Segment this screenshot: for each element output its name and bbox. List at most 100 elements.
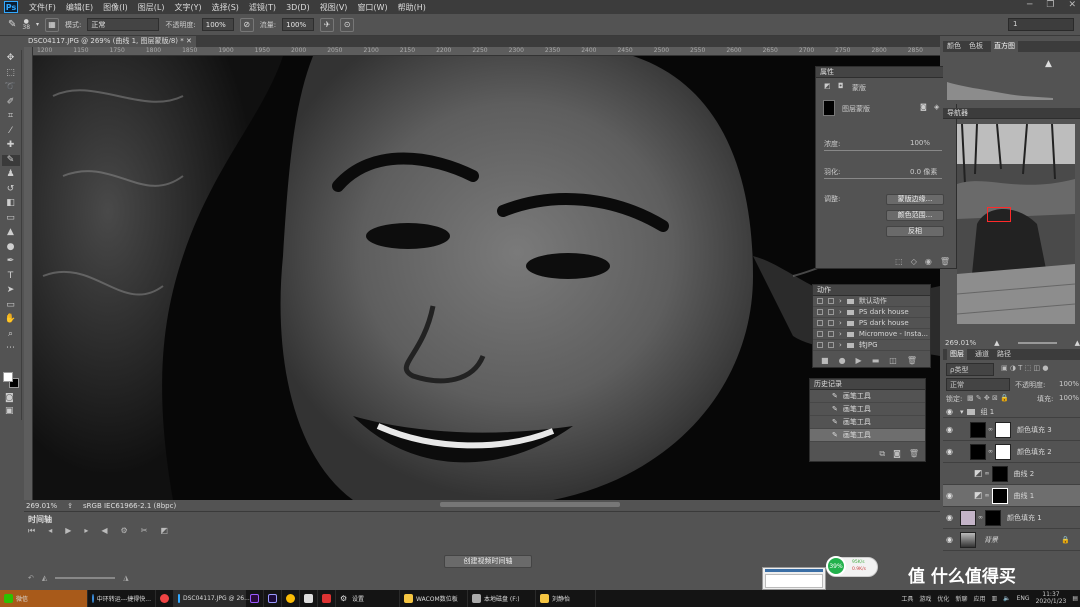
- menu-edit[interactable]: 编辑(E): [61, 2, 98, 13]
- feather-slider[interactable]: [824, 178, 942, 179]
- pressure-opacity-icon[interactable]: ⊘: [239, 17, 254, 32]
- layer-row[interactable]: ◉ ∞ 颜色填充 3: [943, 419, 1080, 441]
- crop-tool-icon[interactable]: ⌗: [2, 111, 20, 123]
- eraser-tool-icon[interactable]: ◧: [2, 198, 20, 210]
- brush-panel-icon[interactable]: ▦: [45, 17, 60, 32]
- visibility-eye-icon[interactable]: ◉: [943, 447, 956, 456]
- screen-mode-icon[interactable]: ▣: [5, 406, 14, 416]
- minimize-icon[interactable]: ─: [1027, 0, 1032, 10]
- zoom-tool-icon[interactable]: ⌕: [2, 329, 20, 341]
- layer-name[interactable]: 背景: [984, 535, 998, 545]
- audio-icon[interactable]: ◀: [101, 526, 107, 536]
- type-tool-icon[interactable]: T: [2, 271, 20, 283]
- navigator-preview[interactable]: [956, 123, 1076, 324]
- check-icon[interactable]: [817, 342, 823, 348]
- density-slider[interactable]: [824, 150, 942, 151]
- mode-select[interactable]: 正常: [87, 18, 160, 31]
- opacity-input[interactable]: 100%: [201, 18, 234, 31]
- task-wechat[interactable]: 微信: [0, 590, 88, 607]
- check-icon[interactable]: [817, 298, 823, 304]
- history-item[interactable]: ✎ 画笔工具: [810, 390, 925, 403]
- lock-icons[interactable]: ▩ ✎ ✥ ⊠ 🔒: [967, 394, 1009, 402]
- shape-tool-icon[interactable]: ▭: [2, 300, 20, 312]
- marquee-tool-icon[interactable]: ⬚: [2, 68, 20, 80]
- visibility-eye-icon[interactable]: ◉: [943, 513, 956, 522]
- visibility-eye-icon[interactable]: ◉: [943, 425, 956, 434]
- hand-tool-icon[interactable]: ✋: [2, 314, 20, 326]
- tray-apps[interactable]: 应用: [973, 594, 985, 603]
- network-icon[interactable]: ▥: [991, 595, 997, 602]
- visibility-eye-icon[interactable]: ◉: [943, 535, 956, 544]
- layer-row[interactable]: ◉ ∞ 颜色填充 1: [943, 507, 1080, 529]
- layer-opacity-value[interactable]: 100%: [1059, 380, 1079, 388]
- path-select-tool-icon[interactable]: ➤: [2, 285, 20, 297]
- brush-preset-picker[interactable]: ● 38: [22, 18, 30, 31]
- lasso-tool-icon[interactable]: ➰: [2, 82, 20, 94]
- check-icon[interactable]: [817, 309, 823, 315]
- snapshot-icon[interactable]: ◙: [893, 449, 901, 459]
- language-indicator[interactable]: ENG: [1017, 595, 1030, 602]
- tab-channels[interactable]: 通道: [975, 349, 989, 360]
- quick-mask-icon[interactable]: ◙: [5, 393, 14, 403]
- settings-icon[interactable]: ⚙: [121, 526, 128, 536]
- move-tool-icon[interactable]: ✥: [2, 53, 20, 65]
- task-chrome[interactable]: [156, 590, 174, 607]
- menu-image[interactable]: 图像(I): [98, 2, 133, 13]
- zoom-readout[interactable]: 269.01%: [26, 502, 57, 510]
- history-brush-icon[interactable]: ↺: [2, 184, 20, 196]
- chevron-right-icon[interactable]: ›: [839, 297, 842, 305]
- feather-value[interactable]: 0.0 像素: [910, 167, 937, 177]
- menu-file[interactable]: 文件(F): [24, 2, 61, 13]
- density-value[interactable]: 100%: [910, 139, 930, 147]
- restore-icon[interactable]: ❐: [1046, 0, 1054, 10]
- action-set[interactable]: › 默认动作: [813, 296, 930, 307]
- dodge-tool-icon[interactable]: ●: [2, 242, 20, 254]
- zoom-in-icon[interactable]: ◮: [123, 574, 128, 582]
- menu-layer[interactable]: 图层(L): [133, 2, 170, 13]
- mask-edge-button[interactable]: 蒙版边缘...: [886, 194, 944, 205]
- vector-mask-icon[interactable]: ◈: [934, 103, 939, 111]
- flow-input[interactable]: 100%: [282, 18, 315, 31]
- layer-name[interactable]: 颜色填充 2: [1017, 447, 1052, 457]
- clock[interactable]: 11:37 2020/1/23: [1036, 591, 1067, 605]
- create-video-timeline-button[interactable]: 创建视频时间轴: [444, 555, 532, 568]
- record-icon[interactable]: ●: [839, 356, 846, 365]
- floating-window[interactable]: [762, 567, 826, 590]
- first-frame-icon[interactable]: ⏮: [28, 526, 35, 536]
- layer-row-selected[interactable]: ◉ ◩ ∞ 曲线 1: [943, 485, 1080, 507]
- transition-icon[interactable]: ◩: [160, 526, 168, 536]
- visibility-eye-icon[interactable]: ◉: [943, 491, 956, 500]
- load-selection-icon[interactable]: ⬚: [895, 257, 903, 266]
- adjustment-icon[interactable]: ◩: [824, 82, 831, 90]
- stop-icon[interactable]: ■: [821, 356, 829, 365]
- task-disk[interactable]: 本地磁盘 (F:): [468, 590, 536, 607]
- history-item-current[interactable]: ✎ 画笔工具: [810, 429, 925, 442]
- split-icon[interactable]: ✂: [141, 526, 148, 536]
- task-aftereffects[interactable]: [264, 590, 282, 607]
- task-app[interactable]: [318, 590, 336, 607]
- volume-icon[interactable]: 🔈: [1003, 595, 1010, 602]
- task-premiere[interactable]: [246, 590, 264, 607]
- zoom-out-icon[interactable]: ▲: [994, 339, 999, 347]
- tray-tools[interactable]: 工具: [901, 594, 913, 603]
- blur-tool-icon[interactable]: ▲: [2, 227, 20, 239]
- layer-name[interactable]: 曲线 2: [1014, 469, 1035, 479]
- menu-filter[interactable]: 滤镜(T): [244, 2, 281, 13]
- tray-optimize[interactable]: 优化: [937, 594, 949, 603]
- layer-name[interactable]: 颜色填充 3: [1017, 425, 1052, 435]
- menu-help[interactable]: 帮助(H): [393, 2, 431, 13]
- zoom-out-icon[interactable]: ◭: [42, 574, 47, 582]
- task-folder[interactable]: 刘静怡: [536, 590, 596, 607]
- horizontal-scrollbar[interactable]: [440, 502, 620, 507]
- layer-group-row[interactable]: ◉ ▾ 组 1: [943, 406, 1080, 418]
- select-mask-icon[interactable]: ◙: [920, 103, 927, 111]
- timeline-zoom-slider[interactable]: [55, 577, 116, 579]
- stamp-tool-icon[interactable]: ♟: [2, 169, 20, 181]
- next-frame-icon[interactable]: ▸: [84, 526, 88, 536]
- task-store[interactable]: [300, 590, 318, 607]
- new-document-icon[interactable]: ⧉: [879, 449, 885, 459]
- tab-swatches[interactable]: 色板: [969, 41, 983, 52]
- airbrush-icon[interactable]: ✈: [320, 17, 335, 32]
- chevron-right-icon[interactable]: ›: [839, 308, 842, 316]
- image-canvas[interactable]: [33, 56, 940, 500]
